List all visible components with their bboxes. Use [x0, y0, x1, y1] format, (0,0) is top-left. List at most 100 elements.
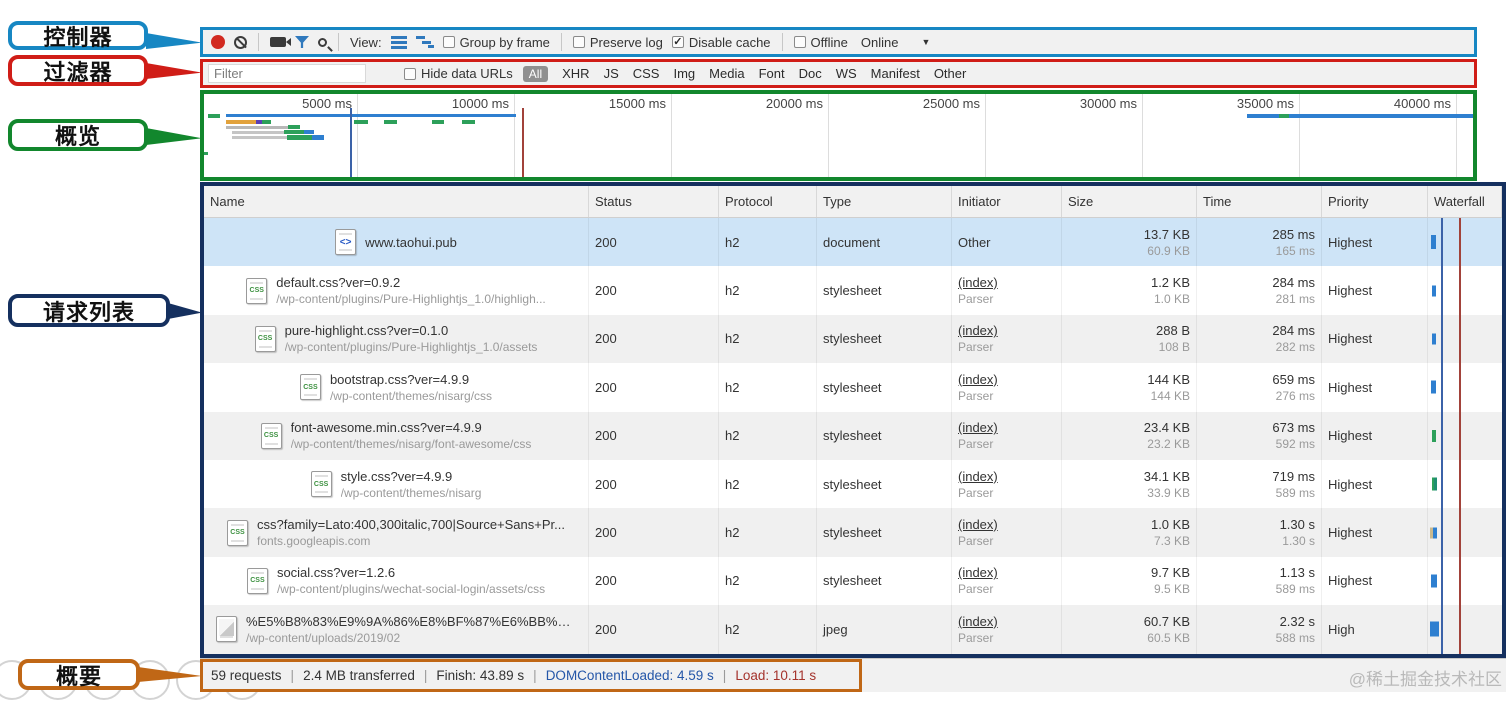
filter-type-doc[interactable]: Doc — [799, 66, 822, 81]
column-header-type[interactable]: Type — [817, 186, 952, 217]
initiator-link[interactable]: (index) — [958, 517, 1055, 532]
column-header-time[interactable]: Time — [1197, 186, 1322, 217]
annotation-summary: 概要 — [18, 659, 140, 690]
filter-type-css[interactable]: CSS — [633, 66, 660, 81]
request-name[interactable]: css?family=Lato:400,300italic,700|Source… — [257, 517, 565, 532]
cell-time: 2.32 s 588 ms — [1197, 605, 1322, 654]
checkbox-box[interactable] — [442, 36, 455, 48]
cell-size: 144 KB 144 KB — [1062, 363, 1197, 412]
table-row[interactable]: CSS social.css?ver=1.2.6 /wp-content/plu… — [204, 556, 1502, 606]
cell-type: stylesheet — [817, 556, 952, 606]
clear-button[interactable] — [234, 35, 247, 49]
request-name[interactable]: social.css?ver=1.2.6 — [277, 565, 545, 580]
filter-type-xhr[interactable]: XHR — [562, 66, 589, 81]
cell-priority: Highest — [1322, 459, 1428, 509]
initiator-link[interactable]: (index) — [958, 565, 1055, 580]
request-name[interactable]: bootstrap.css?ver=4.9.9 — [330, 372, 492, 387]
column-header-status[interactable]: Status — [589, 186, 719, 217]
overview-waterfall-bar — [1279, 114, 1289, 118]
initiator-link[interactable]: (index) — [958, 372, 1055, 387]
group-by-frame-checkbox[interactable]: Group by frame — [442, 35, 550, 50]
filter-type-other[interactable]: Other — [934, 66, 967, 81]
filter-input[interactable]: Filter — [208, 64, 366, 83]
document-file-icon: <> — [335, 229, 357, 256]
hide-data-urls-checkbox[interactable]: Hide data URLs — [404, 66, 513, 81]
initiator-link[interactable]: (index) — [958, 469, 1055, 484]
checkbox-box[interactable] — [793, 36, 806, 48]
filter-type-all[interactable]: All — [522, 65, 549, 82]
filter-type-js[interactable]: JS — [604, 66, 619, 81]
column-header-priority[interactable]: Priority — [1322, 186, 1428, 217]
initiator-sub: Parser — [958, 340, 994, 355]
column-header-protocol[interactable]: Protocol — [719, 186, 817, 217]
filter-type-manifest[interactable]: Manifest — [871, 66, 920, 81]
filter-type-media[interactable]: Media — [709, 66, 744, 81]
checkbox-box[interactable] — [404, 67, 416, 80]
cell-priority: Highest — [1322, 363, 1428, 412]
cell-name: CSS font-awesome.min.css?ver=4.9.9 /wp-c… — [204, 411, 589, 460]
filter-type-ws[interactable]: WS — [836, 66, 857, 81]
request-name[interactable]: www.taohui.pub — [365, 235, 457, 250]
initiator-link[interactable]: (index) — [958, 420, 1055, 435]
request-name[interactable]: pure-highlight.css?ver=0.1.0 — [285, 323, 538, 338]
record-button[interactable] — [211, 35, 225, 49]
request-name[interactable]: default.css?ver=0.9.2 — [276, 275, 546, 290]
filter-toggle-icon[interactable] — [295, 36, 309, 48]
css-file-icon: CSS — [260, 422, 282, 449]
column-header-size[interactable]: Size — [1062, 186, 1197, 217]
cell-status: 200 — [589, 556, 719, 606]
table-row[interactable]: %E5%B8%83%E9%9A%86%E8%BF%87%E6%BB%A... /… — [204, 605, 1502, 654]
cell-size: 60.7 KB 60.5 KB — [1062, 605, 1197, 654]
column-header-name[interactable]: Name — [204, 186, 589, 217]
toolbar-divider — [781, 33, 783, 51]
overview-tick-label: 20000 ms — [765, 96, 823, 111]
request-path: /wp-content/uploads/2019/02 — [246, 630, 401, 645]
throttling-select[interactable]: Online — [861, 35, 899, 50]
request-name[interactable]: %E5%B8%83%E9%9A%86%E8%BF%87%E6%BB%A... — [246, 614, 576, 629]
table-row[interactable]: <> www.taohui.pub 200 h2 document Other … — [204, 218, 1502, 267]
hide-data-urls-label: Hide data URLs — [421, 66, 513, 81]
overview-waterfall-bar — [304, 130, 314, 134]
table-row[interactable]: CSS font-awesome.min.css?ver=4.9.9 /wp-c… — [204, 411, 1502, 460]
screenshot-capture-icon[interactable] — [270, 37, 286, 47]
view-list-icon[interactable] — [390, 35, 407, 49]
overview-gridline — [1456, 94, 1457, 177]
annotation-controller-pointer — [146, 33, 202, 49]
network-toolbar: View: Group by frame Preserve log ✓ Disa… — [200, 27, 1477, 57]
overview-tick-label: 30000 ms — [1079, 96, 1137, 111]
table-row[interactable]: CSS style.css?ver=4.9.9 /wp-content/them… — [204, 459, 1502, 509]
table-row[interactable]: CSS css?family=Lato:400,300italic,700|So… — [204, 508, 1502, 557]
overview-waterfall-bar — [204, 152, 208, 155]
network-overview[interactable]: 5000 ms 10000 ms 15000 ms 20000 ms 25000 ms 3… — [200, 90, 1477, 181]
offline-checkbox[interactable]: Offline — [793, 35, 848, 50]
overview-gridline — [671, 94, 672, 177]
cell-waterfall — [1428, 315, 1502, 363]
table-row[interactable]: CSS default.css?ver=0.9.2 /wp-content/pl… — [204, 266, 1502, 315]
overview-waterfall-bar — [354, 120, 368, 124]
initiator-link[interactable]: (index) — [958, 275, 1055, 290]
chevron-down-icon[interactable]: ▼ — [921, 37, 930, 47]
request-name[interactable]: style.css?ver=4.9.9 — [341, 469, 482, 484]
table-row[interactable]: CSS pure-highlight.css?ver=0.1.0 /wp-con… — [204, 314, 1502, 364]
initiator-link[interactable]: (index) — [958, 323, 1055, 338]
table-row[interactable]: CSS bootstrap.css?ver=4.9.9 /wp-content/… — [204, 363, 1502, 412]
filter-type-font[interactable]: Font — [759, 66, 785, 81]
cell-priority: Highest — [1322, 556, 1428, 606]
checkbox-box[interactable]: ✓ — [671, 36, 684, 48]
cell-status: 200 — [589, 266, 719, 315]
preserve-log-checkbox[interactable]: Preserve log — [572, 35, 663, 50]
search-icon[interactable] — [318, 37, 327, 47]
filter-type-img[interactable]: Img — [673, 66, 695, 81]
initiator-link[interactable]: (index) — [958, 614, 1055, 629]
checkbox-box[interactable] — [572, 36, 585, 48]
waterfall-bar — [1431, 235, 1436, 250]
request-name[interactable]: font-awesome.min.css?ver=4.9.9 — [291, 420, 532, 435]
disable-cache-checkbox[interactable]: ✓ Disable cache — [671, 35, 771, 50]
cell-protocol: h2 — [719, 605, 817, 654]
cell-initiator: (index) Parser — [952, 314, 1062, 364]
column-header-waterfall[interactable]: Waterfall — [1428, 186, 1502, 217]
initiator-sub: Parser — [958, 582, 994, 597]
cell-type: stylesheet — [817, 459, 952, 509]
column-header-initiator[interactable]: Initiator — [952, 186, 1062, 217]
view-waterfall-icon[interactable] — [415, 36, 434, 48]
